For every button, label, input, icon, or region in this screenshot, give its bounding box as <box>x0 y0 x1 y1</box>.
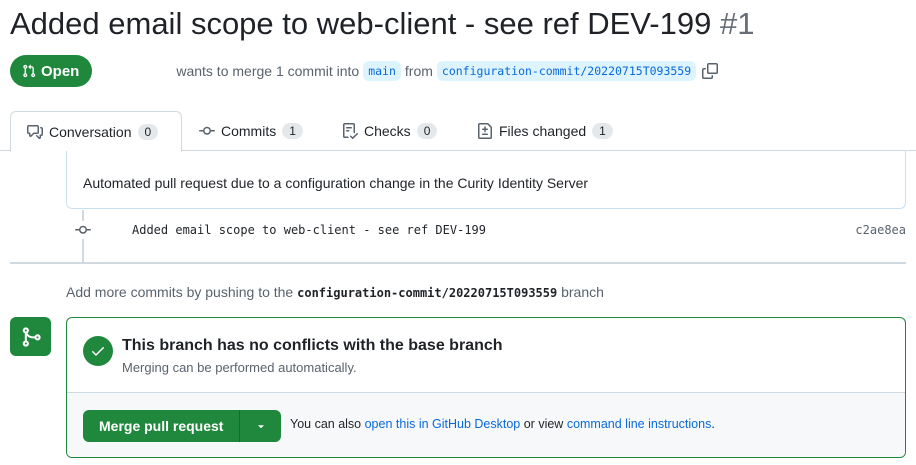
merge-status-subtitle: Merging can be performed automatically. <box>122 360 357 375</box>
pr-state-label: Open <box>41 62 80 80</box>
push-note-branch: configuration-commit/20220715T093559 <box>297 286 558 300</box>
git-commit-icon <box>74 221 92 239</box>
pr-description: Automated pull request due to a configur… <box>83 175 589 191</box>
git-pull-request-icon <box>22 64 36 78</box>
merge-status-title: This branch has no conflicts with the ba… <box>122 337 503 354</box>
pr-description-box: Automated pull request due to a configur… <box>66 151 906 209</box>
merge-help-suffix: . <box>711 417 715 431</box>
pr-number: #1 <box>719 6 755 41</box>
merge-help-middle: or view <box>523 417 564 431</box>
check-icon <box>83 336 113 366</box>
tab-files-changed-count: 1 <box>592 123 613 139</box>
pr-title: Added email scope to web-client - see re… <box>10 6 754 42</box>
commit-sha[interactable]: c2ae8ea <box>855 223 906 237</box>
from-label: from <box>404 63 433 79</box>
pr-tabs: Conversation 0 Commits 1 Checks 0 Files … <box>0 111 916 152</box>
merge-pull-request-button[interactable]: Merge pull request <box>83 410 241 442</box>
push-note-before: Add more commits by pushing to the <box>66 284 294 300</box>
tab-files-changed[interactable]: Files changed 1 <box>477 111 613 151</box>
copy-icon[interactable] <box>702 63 719 79</box>
merge-help-prefix: You can also <box>290 417 362 431</box>
merge-actions: Merge pull request You can also open thi… <box>67 393 905 457</box>
open-in-desktop-link[interactable]: open this in GitHub Desktop <box>365 417 521 431</box>
git-merge-icon <box>10 317 51 356</box>
pr-state-badge: Open <box>10 55 93 87</box>
commit-row: Added email scope to web-client - see re… <box>74 220 906 240</box>
triangle-down-icon <box>255 420 267 432</box>
merge-help-text: You can also open this in GitHub Desktop… <box>290 417 715 431</box>
merge-status: This branch has no conflicts with the ba… <box>67 318 905 393</box>
head-branch-label[interactable]: configuration-commit/20220715T093559 <box>436 61 697 81</box>
merge-button-group: Merge pull request <box>83 410 282 442</box>
file-diff-icon <box>477 123 493 139</box>
timeline-divider <box>10 262 906 264</box>
merge-summary: wants to merge 1 commit into main from c… <box>176 61 719 81</box>
pr-meta: Open wants to merge 1 commit into main f… <box>10 55 719 87</box>
tab-conversation-count: 0 <box>137 123 159 140</box>
tab-conversation-label: Conversation <box>49 123 132 140</box>
base-branch-label[interactable]: main <box>363 61 401 81</box>
push-note-after: branch <box>561 284 604 300</box>
tab-commits-count: 1 <box>282 123 303 139</box>
pr-title-text: Added email scope to web-client - see re… <box>10 6 712 41</box>
tab-checks-count: 0 <box>416 123 438 139</box>
git-commit-icon <box>199 123 215 139</box>
tab-commits-label: Commits <box>221 123 277 139</box>
tab-files-changed-label: Files changed <box>499 123 587 139</box>
command-line-instructions-link[interactable]: command line instructions <box>567 417 712 431</box>
checklist-icon <box>342 123 358 139</box>
tab-commits[interactable]: Commits 1 <box>199 111 303 151</box>
tab-conversation[interactable]: Conversation 0 <box>10 111 182 152</box>
tab-checks-label: Checks <box>364 123 411 139</box>
merge-options-dropdown[interactable] <box>240 410 282 442</box>
push-note: Add more commits by pushing to the confi… <box>66 284 604 300</box>
tab-checks[interactable]: Checks 0 <box>342 111 438 151</box>
merge-summary-text: wants to merge 1 commit into <box>176 63 360 79</box>
commit-message[interactable]: Added email scope to web-client - see re… <box>132 223 486 237</box>
comment-discussion-icon <box>27 124 43 140</box>
merge-box: This branch has no conflicts with the ba… <box>66 317 906 458</box>
